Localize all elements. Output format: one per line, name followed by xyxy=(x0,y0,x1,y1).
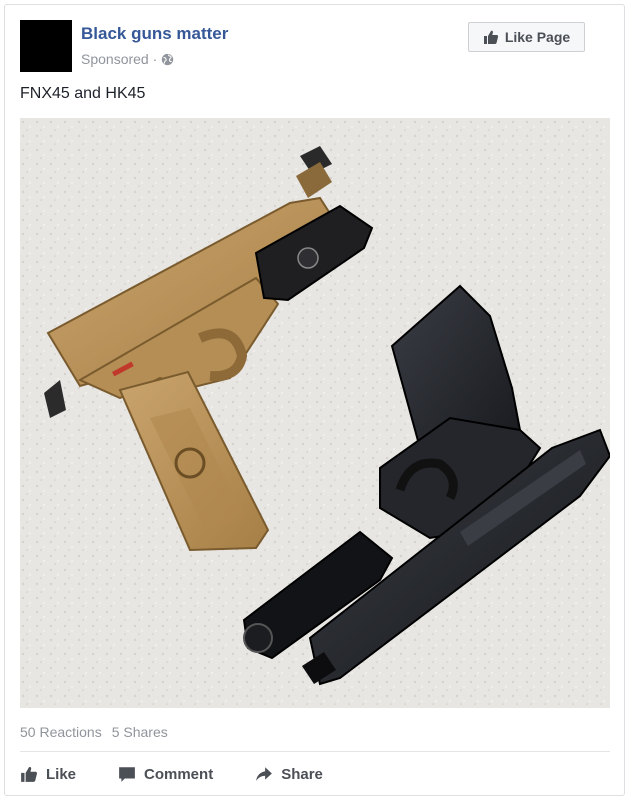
page-name-link[interactable]: Black guns matter xyxy=(81,24,228,44)
share-icon xyxy=(256,767,273,781)
post-photo[interactable] xyxy=(20,118,610,708)
share-button[interactable]: Share xyxy=(255,765,323,783)
post-text: FNX45 and HK45 xyxy=(20,85,146,102)
like-button[interactable]: Like xyxy=(20,765,76,783)
comment-button[interactable]: Comment xyxy=(118,765,213,783)
sponsored-label[interactable]: Sponsored · xyxy=(81,51,157,67)
sponsored-line: Sponsored · xyxy=(81,51,174,67)
comment-icon xyxy=(119,767,135,782)
pistols-photo-image xyxy=(20,118,610,708)
reactions-count[interactable]: 50 Reactions xyxy=(20,724,102,740)
comment-label: Comment xyxy=(144,765,214,783)
sponsored-post-card: Black guns matter Sponsored · Like Page … xyxy=(4,4,625,796)
post-actions: Like Comment Share xyxy=(20,761,323,787)
page-avatar[interactable] xyxy=(20,20,72,72)
divider xyxy=(20,751,610,752)
like-page-label: Like Page xyxy=(504,29,571,45)
shares-count[interactable]: 5 Shares xyxy=(112,724,168,740)
like-label: Like xyxy=(46,765,77,783)
share-label: Share xyxy=(281,765,323,783)
post-stats: 50 Reactions 5 Shares xyxy=(20,724,168,740)
like-page-button[interactable]: Like Page xyxy=(468,22,585,52)
thumbs-up-icon xyxy=(483,30,498,44)
thumbs-up-icon xyxy=(21,766,38,782)
globe-icon xyxy=(162,53,174,65)
